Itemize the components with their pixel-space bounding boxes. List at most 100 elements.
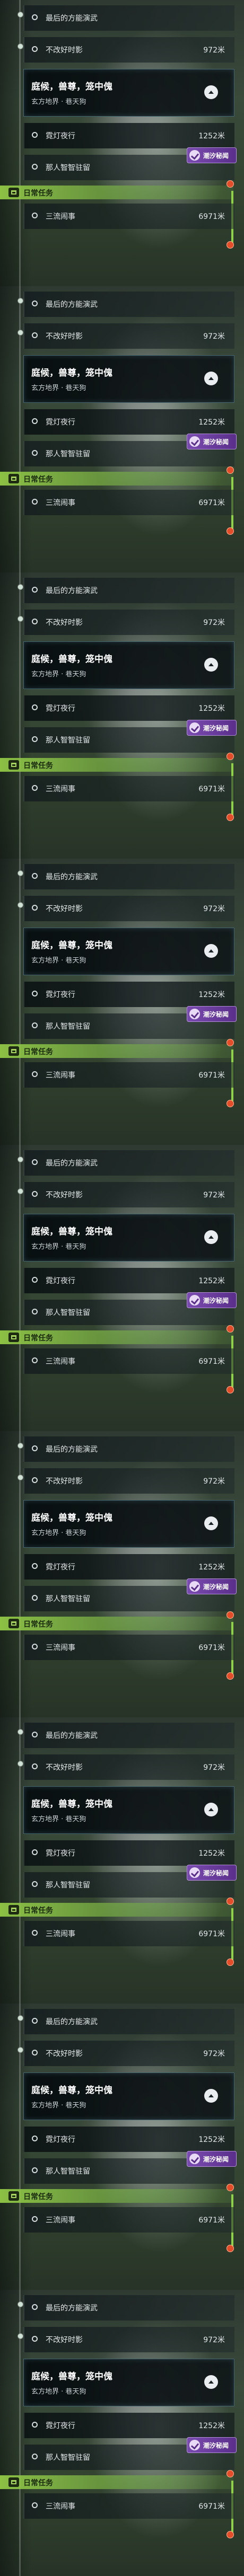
daily-task-row[interactable]: 三流闹事 6971米 — [23, 204, 234, 229]
daily-task-header[interactable]: 日常任务 — [0, 2189, 233, 2203]
promo-badge[interactable]: 潮汐秘闻 — [187, 2437, 237, 2453]
alert-dot-icon — [226, 180, 234, 188]
circle-outline-icon — [32, 1022, 38, 1028]
side-rail — [19, 572, 21, 859]
quest-label: 那人智智驻留 — [46, 1881, 90, 1890]
daily-task-header[interactable]: 日常任务 — [0, 1330, 233, 1344]
promo-badge[interactable]: 潮汐秘闻 — [187, 147, 237, 163]
circle-outline-icon — [32, 1309, 38, 1315]
daily-task-row[interactable]: 三流闹事 6971米 — [23, 2207, 234, 2233]
quest-row[interactable]: 最后的方能演武 — [23, 578, 234, 603]
daily-task-row[interactable]: 三流闹事 6971米 — [23, 490, 234, 515]
circle-outline-icon — [32, 1071, 38, 1077]
chevron-up-icon[interactable] — [204, 372, 218, 385]
daily-task-row[interactable]: 三流闹事 6971米 — [23, 776, 234, 801]
circle-outline-icon — [32, 1732, 38, 1737]
quest-row[interactable]: 最后的方能演武 — [23, 1436, 234, 1462]
checkmark-icon — [189, 436, 200, 447]
main-quest-card[interactable]: 庭候，兽尊，笼中傀 玄方地界 · 巷天狗 — [23, 2072, 234, 2120]
quest-distance: 6971米 — [198, 1644, 225, 1652]
quest-row[interactable]: 最后的方能演武 — [23, 292, 234, 317]
main-quest-card[interactable]: 庭候，兽尊，笼中傀 玄方地界 · 巷天狗 — [23, 69, 234, 117]
chevron-up-icon[interactable] — [204, 1230, 218, 1244]
quest-row[interactable]: 最后的方能演武 — [23, 5, 234, 31]
sub-quest-row[interactable]: 霓灯夜行 1252米 — [23, 1554, 234, 1580]
quest-row[interactable]: 不改好时影 972米 — [23, 896, 234, 921]
rail-dot-icon — [18, 298, 23, 304]
daily-task-row[interactable]: 三流闹事 6971米 — [23, 1348, 234, 1374]
quest-row[interactable]: 不改好时影 972米 — [23, 2041, 234, 2066]
sub-quest-row[interactable]: 霓灯夜行 1252米 — [23, 1840, 234, 1866]
daily-task-row[interactable]: 三流闹事 6971米 — [23, 1921, 234, 1946]
quest-label: 那人智智驻留 — [46, 164, 90, 172]
daily-task-header[interactable]: 日常任务 — [0, 186, 233, 199]
main-quest-card[interactable]: 庭候，兽尊，笼中傀 玄方地界 · 巷天狗 — [23, 1786, 234, 1834]
daily-task-row[interactable]: 三流闹事 6971米 — [23, 1635, 234, 1660]
circle-outline-icon — [32, 1477, 38, 1483]
main-quest-card[interactable]: 庭候，兽尊，笼中傀 玄方地界 · 巷天狗 — [23, 1214, 234, 1261]
quest-row[interactable]: 不改好时影 972米 — [23, 1182, 234, 1207]
chevron-up-icon[interactable] — [204, 1803, 218, 1816]
quest-row[interactable]: 不改好时影 972米 — [23, 610, 234, 635]
sub-quest-row[interactable]: 霓灯夜行 1252米 — [23, 123, 234, 148]
daily-task-header[interactable]: 日常任务 — [0, 472, 233, 486]
promo-text: 潮汐秘闻 — [203, 1869, 229, 1877]
quest-row[interactable]: 最后的方能演武 — [23, 1150, 234, 1176]
task-list-icon — [8, 1333, 19, 1342]
quest-row[interactable]: 最后的方能演武 — [23, 864, 234, 889]
quest-row[interactable]: 不改好时影 972米 — [23, 37, 234, 63]
task-list-icon — [8, 2477, 19, 2487]
quest-label: 三流闹事 — [46, 1357, 75, 1366]
daily-task-title: 日常任务 — [23, 189, 53, 198]
promo-text: 潮汐秘闻 — [203, 725, 229, 732]
chevron-up-icon[interactable] — [204, 85, 218, 99]
quest-distance: 1252米 — [198, 991, 225, 999]
daily-task-row[interactable]: 三流闹事 6971米 — [23, 1062, 234, 1088]
daily-task-header[interactable]: 日常任务 — [0, 1044, 233, 1058]
quest-label: 三流闹事 — [46, 1930, 75, 1938]
chevron-up-icon[interactable] — [204, 944, 218, 958]
main-quest-card[interactable]: 庭候，兽尊，笼中傀 玄方地界 · 巷天狗 — [23, 641, 234, 689]
chevron-up-icon[interactable] — [204, 2089, 218, 2103]
promo-badge[interactable]: 潮汐秘闻 — [187, 1292, 237, 1308]
quest-label: 最后的方能演武 — [46, 1732, 98, 1740]
circle-outline-icon — [32, 418, 38, 424]
promo-badge[interactable]: 潮汐秘闻 — [187, 1006, 237, 1022]
quest-row[interactable]: 最后的方能演武 — [23, 2295, 234, 2321]
alert-dot-icon — [226, 1039, 234, 1046]
promo-badge[interactable]: 潮汐秘闻 — [187, 720, 237, 736]
main-quest-card[interactable]: 庭候，兽尊，笼中傀 玄方地界 · 巷天狗 — [23, 2359, 234, 2406]
sub-quest-row[interactable]: 霓灯夜行 1252米 — [23, 695, 234, 721]
sub-quest-row[interactable]: 霓灯夜行 1252米 — [23, 409, 234, 435]
sub-quest-row[interactable]: 霓灯夜行 1252米 — [23, 2127, 234, 2152]
sub-quest-row[interactable]: 霓灯夜行 1252米 — [23, 2413, 234, 2438]
sub-quest-row[interactable]: 霓灯夜行 1252米 — [23, 982, 234, 1007]
quest-row[interactable]: 不改好时影 972米 — [23, 323, 234, 349]
rail-dot-icon — [18, 2015, 23, 2021]
daily-task-header[interactable]: 日常任务 — [0, 758, 233, 772]
promo-badge[interactable]: 潮汐秘闻 — [187, 2151, 237, 2167]
daily-task-header[interactable]: 日常任务 — [0, 1903, 233, 1917]
promo-badge[interactable]: 潮汐秘闻 — [187, 434, 237, 449]
sub-quest-row[interactable]: 霓灯夜行 1252米 — [23, 1268, 234, 1293]
main-quest-card[interactable]: 庭候，兽尊，笼中傀 玄方地界 · 巷天狗 — [23, 355, 234, 403]
quest-row[interactable]: 不改好时影 972米 — [23, 1754, 234, 1780]
quest-row[interactable]: 最后的方能演武 — [23, 1723, 234, 1748]
quest-row[interactable]: 不改好时影 972米 — [23, 1468, 234, 1494]
chevron-up-icon[interactable] — [204, 1516, 218, 1530]
daily-task-header[interactable]: 日常任务 — [0, 1617, 233, 1630]
quest-tracker-panel: 最后的方能演武 不改好时影 972米 庭候，兽尊，笼中傀 玄方地界 · 巷天狗 … — [0, 2290, 244, 2576]
promo-badge[interactable]: 潮汐秘闻 — [187, 1865, 237, 1881]
promo-badge[interactable]: 潮汐秘闻 — [187, 1578, 237, 1594]
chevron-up-icon[interactable] — [204, 658, 218, 672]
quest-row[interactable]: 最后的方能演武 — [23, 2009, 234, 2034]
daily-task-row[interactable]: 三流闹事 6971米 — [23, 2493, 234, 2519]
chevron-up-icon[interactable] — [204, 2375, 218, 2389]
main-quest-card[interactable]: 庭候，兽尊，笼中傀 玄方地界 · 巷天狗 — [23, 928, 234, 975]
quest-label: 那人智智驻留 — [46, 736, 90, 745]
quest-row[interactable]: 不改好时影 972米 — [23, 2327, 234, 2352]
daily-task-header[interactable]: 日常任务 — [0, 2475, 233, 2489]
quest-distance: 1252米 — [198, 418, 225, 427]
quest-label: 那人智智驻留 — [46, 450, 90, 458]
main-quest-card[interactable]: 庭候，兽尊，笼中傀 玄方地界 · 巷天狗 — [23, 1500, 234, 1548]
